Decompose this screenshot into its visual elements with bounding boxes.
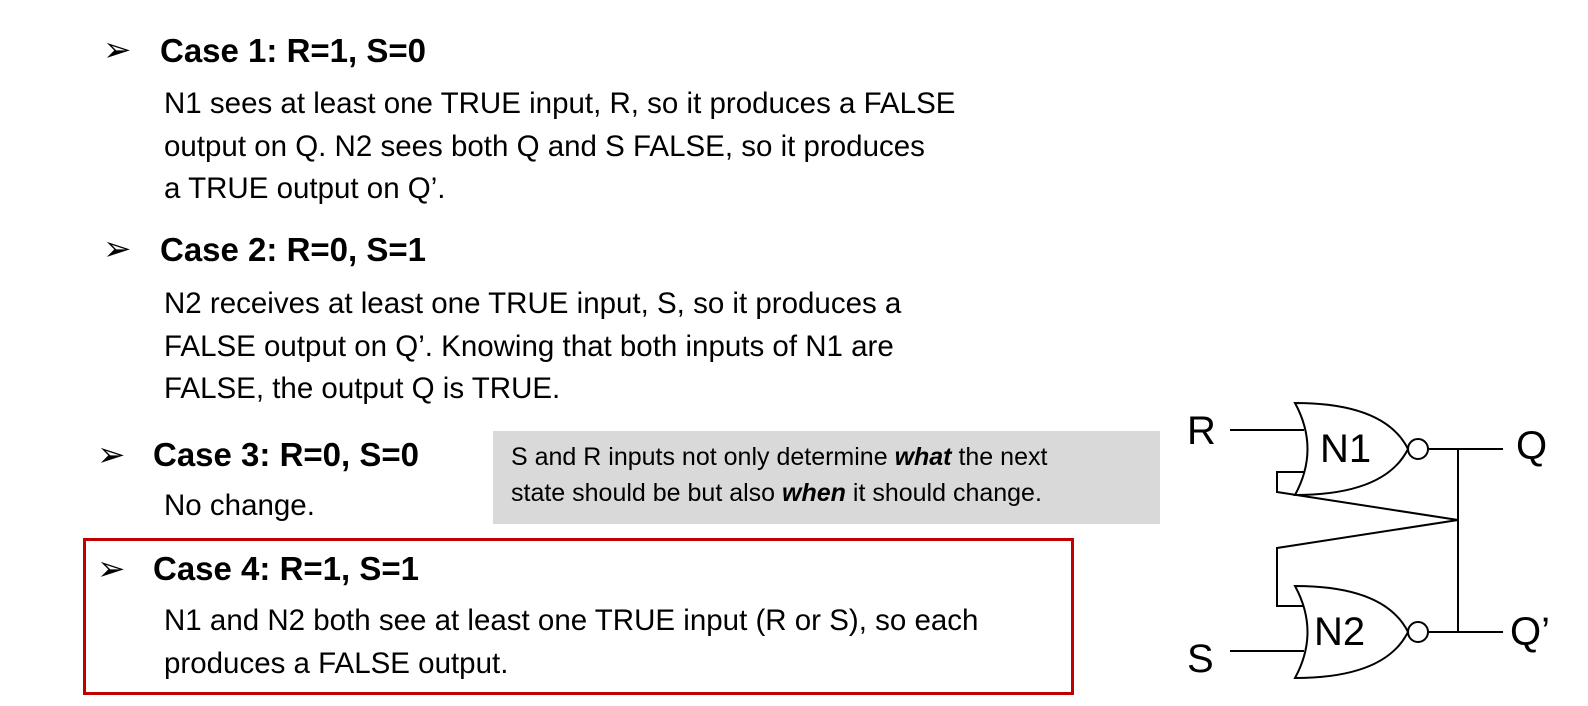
case-4-title: Case 4: R=1, S=1: [153, 550, 419, 587]
case-4-line-1: N1 and N2 both see at least one TRUE inp…: [164, 604, 979, 637]
case-2-line-2: FALSE output on Q’. Knowing that both in…: [164, 329, 894, 363]
note-text: the next: [951, 443, 1048, 471]
case-1-title: Case 1: R=1, S=0: [160, 32, 426, 69]
note-box: S and R inputs not only determine what t…: [493, 431, 1160, 524]
sr-latch-diagram: R S N1 N2 Q Q’: [1187, 401, 1550, 681]
note-emphasis-when: when: [782, 479, 846, 507]
label-qbar-output: Q’: [1510, 610, 1550, 654]
case-3-title: Case 3: R=0, S=0: [153, 436, 419, 473]
note-emphasis-what: what: [894, 443, 952, 471]
label-s-input: S: [1187, 637, 1214, 681]
note-text: state should be but also: [511, 479, 783, 507]
label-q-output: Q: [1516, 424, 1547, 468]
case-1-line-1: N1 sees at least one TRUE input, R, so i…: [164, 87, 956, 120]
note-text: S and R inputs not only determine: [511, 443, 895, 471]
bullet-arrow-icon: ➢: [97, 550, 126, 588]
note-line-1: S and R inputs not only determine what t…: [511, 439, 1142, 475]
case-3-line-1: No change.: [164, 489, 315, 522]
case-4-description: N1 and N2 both see at least one TRUE inp…: [164, 600, 978, 685]
note-text: it should change.: [845, 479, 1042, 507]
case-1-line-2: output on Q. N2 sees both Q and S FALSE,…: [164, 129, 925, 163]
note-line-2: state should be but also when it should …: [511, 475, 1142, 511]
case-2-title: Case 2: R=0, S=1: [160, 231, 426, 268]
case-2-line-3: FALSE, the output Q is TRUE.: [164, 372, 561, 405]
label-gate-n2: N2: [1314, 610, 1365, 654]
case-2-description: N2 receives at least one TRUE input, S, …: [164, 283, 901, 411]
bullet-arrow-icon: ➢: [97, 436, 126, 474]
bullet-arrow-icon: ➢: [103, 230, 132, 268]
case-1-line-3: a TRUE output on Q’.: [164, 172, 446, 205]
case-3-description: No change.: [164, 485, 315, 528]
case-1-description: N1 sees at least one TRUE input, R, so i…: [164, 83, 955, 211]
case-2-line-1: N2 receives at least one TRUE input, S, …: [164, 287, 902, 320]
label-gate-n1: N1: [1320, 427, 1371, 471]
inverter-bubble-n1: [1407, 438, 1429, 460]
inverter-bubble-n2: [1407, 621, 1429, 643]
label-r-input: R: [1187, 409, 1216, 453]
case-4-line-2: produces a FALSE output.: [164, 646, 509, 680]
bullet-arrow-icon: ➢: [103, 31, 132, 69]
